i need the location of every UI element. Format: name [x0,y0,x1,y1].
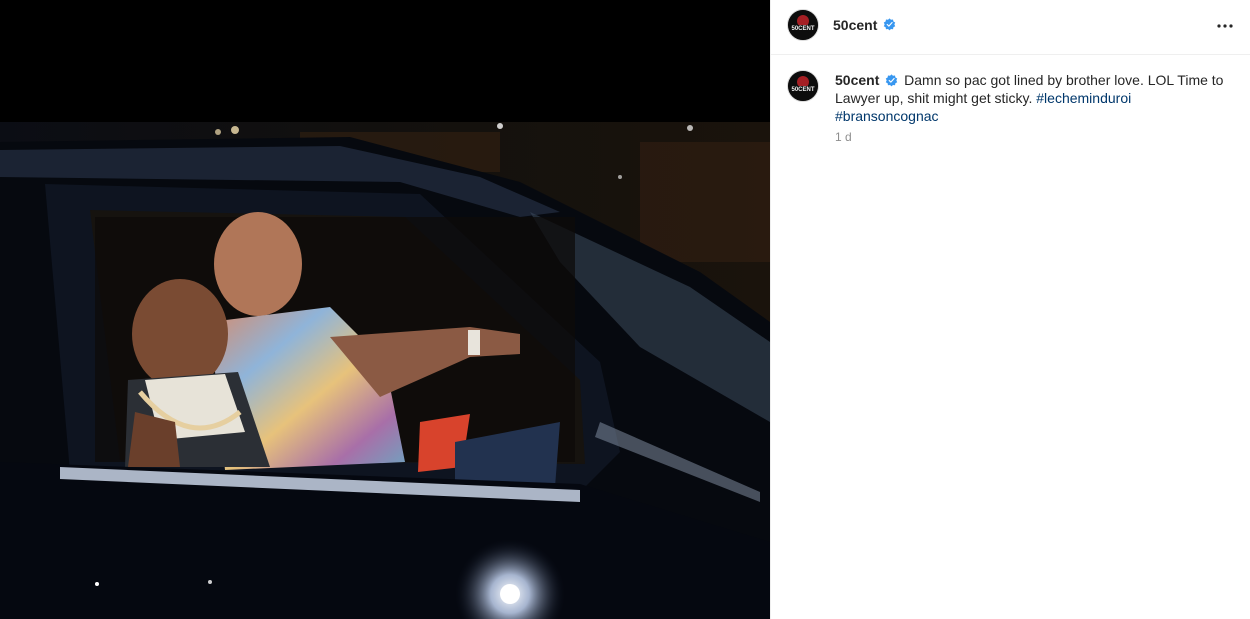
verified-badge-icon [886,74,898,87]
avatar-logo: 50CENT [788,10,818,40]
caption-avatar[interactable]: 50CENT [787,70,819,102]
post-media[interactable] [0,0,770,619]
hashtag-link[interactable]: #bransoncognac [835,108,939,124]
verified-badge-icon [883,18,896,31]
profile-avatar[interactable]: 50CENT [787,9,819,41]
svg-text:50CENT: 50CENT [791,26,814,32]
more-horizontal-icon[interactable] [1213,14,1237,38]
avatar-logo: 50CENT [788,71,818,101]
header-username[interactable]: 50cent [833,17,877,33]
post-timestamp[interactable]: 1 d [835,130,852,144]
post-header: 50CENT 50cent [771,0,1250,55]
post-photo [0,122,770,619]
caption-username[interactable]: 50cent [835,72,879,88]
hashtag-link[interactable]: #lecheminduroi [1036,90,1131,106]
post-details-panel: 50CENT 50cent 50CENT 50cent Damn so pac … [770,0,1250,619]
svg-text:50CENT: 50CENT [791,87,814,93]
caption-text: 50cent Damn so pac got lined by brother … [835,71,1227,125]
